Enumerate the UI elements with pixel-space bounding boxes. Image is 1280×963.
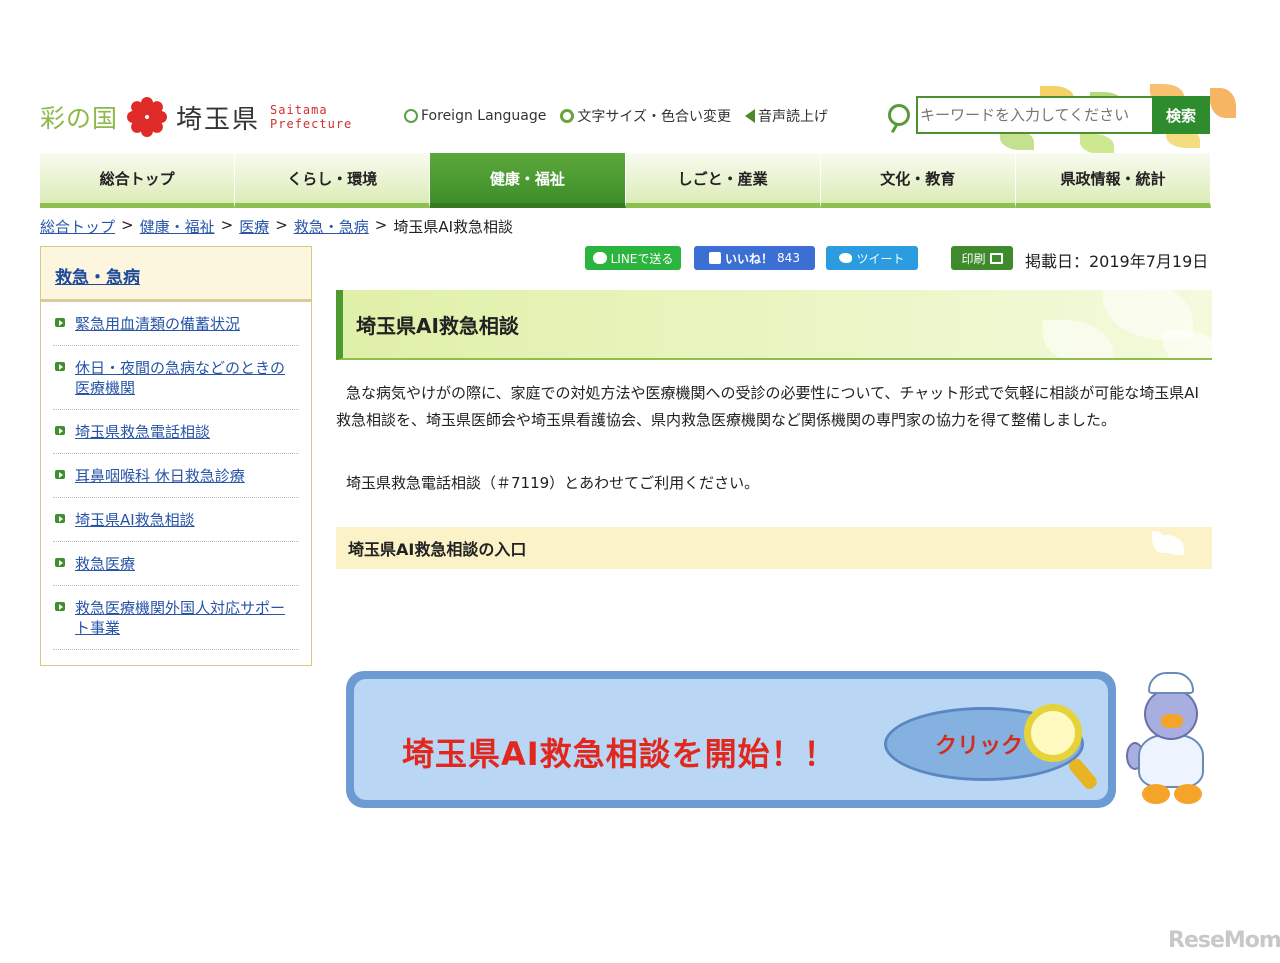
tab-culture-education[interactable]: 文化・教育 <box>820 153 1016 208</box>
breadcrumb-separator: > <box>121 216 134 234</box>
utility-links: Foreign Language 文字サイズ・色合い変更 音声読上げ <box>404 106 828 126</box>
sidebar-link-ent-holiday[interactable]: 耳鼻咽喉科 休日救急診療 <box>75 467 245 485</box>
line-icon <box>592 252 607 264</box>
leaf-decoration <box>1163 330 1212 358</box>
flower-logo-icon <box>126 96 168 138</box>
breadcrumb-separator: > <box>220 216 234 234</box>
mascot-bird-icon <box>1126 672 1216 806</box>
sidebar-item: 緊急用血清類の備蓄状況 <box>53 302 299 346</box>
search-button[interactable]: 検索 <box>1152 96 1210 134</box>
entry-section-heading: 埼玉県AI救急相談の入口 <box>336 527 1212 569</box>
sidebar-item: 救急医療 <box>53 542 299 586</box>
page-title-box: 埼玉県AI救急相談 <box>336 290 1212 360</box>
tab-living-environment[interactable]: くらし・環境 <box>235 153 431 208</box>
banner-headline: 埼玉県AI救急相談を開始！！ <box>402 735 837 773</box>
mascot-body <box>1138 734 1204 788</box>
like-label: いいね！ <box>725 251 774 266</box>
tweet-label: ツイート <box>856 251 905 266</box>
print-label: 印刷 <box>961 251 986 266</box>
facebook-like-button[interactable]: いいね！ 843 <box>694 246 815 270</box>
sidebar-heading-link[interactable]: 救急・急病 <box>55 268 140 288</box>
page-title: 埼玉県AI救急相談 <box>356 313 519 338</box>
font-size-color-label: 文字サイズ・色合い変更 <box>577 109 731 125</box>
tab-health-welfare[interactable]: 健康・福祉 <box>430 153 626 208</box>
sidebar-item: 埼玉県救急電話相談 <box>53 410 299 454</box>
print-window-icon <box>989 252 1003 264</box>
leaf-decoration <box>1043 320 1113 358</box>
sidebar-link-phone-consult[interactable]: 埼玉県救急電話相談 <box>75 423 210 441</box>
twitter-bird-icon <box>839 253 853 263</box>
phone-consult-note: 埼玉県救急電話相談（＃7119）とあわせてご利用ください。 <box>346 474 760 492</box>
search-input[interactable] <box>916 96 1152 134</box>
logo-sai-no-kuni: 彩の国 <box>40 104 119 133</box>
sidebar-link-serum-stock[interactable]: 緊急用血清類の備蓄状況 <box>75 315 240 333</box>
breadcrumb-emergency[interactable]: 救急・急病 <box>294 216 369 237</box>
banner-inner: 埼玉県AI救急相談を開始！！ クリック <box>354 679 1108 800</box>
like-count: 843 <box>777 251 800 265</box>
intro-paragraph: 急な病気やけがの際に、家庭での対処方法や医療機関への受診の必要性について、チャッ… <box>336 384 1199 429</box>
sidebar-heading: 救急・急病 <box>41 247 311 302</box>
gear-icon <box>560 109 575 123</box>
breadcrumb-health-welfare[interactable]: 健康・福祉 <box>140 216 215 237</box>
speaker-icon <box>744 109 755 123</box>
breadcrumb-separator: > <box>374 216 388 234</box>
sidebar-link-holiday-night[interactable]: 休日・夜間の急病などのときの医療機関 <box>75 359 285 397</box>
breadcrumb-top[interactable]: 総合トップ <box>40 216 115 237</box>
sidebar-item: 救急医療機関外国人対応サポート事業 <box>53 586 299 650</box>
sidebar-item: 埼玉県AI救急相談 <box>53 498 299 542</box>
tab-work-industry[interactable]: しごと・産業 <box>625 153 821 208</box>
global-nav: 総合トップ くらし・環境 健康・福祉 しごと・産業 文化・教育 県政情報・統計 <box>40 153 1212 208</box>
breadcrumb-current: 埼玉県AI救急相談 <box>393 218 514 236</box>
mascot-foot <box>1142 784 1170 804</box>
tab-top[interactable]: 総合トップ <box>40 153 236 208</box>
print-button[interactable]: 印刷 <box>951 246 1013 270</box>
entry-heading-text: 埼玉県AI救急相談の入口 <box>348 540 527 559</box>
logo-english-line-1: Saitama <box>270 103 328 117</box>
breadcrumb-medical[interactable]: 医療 <box>239 216 269 237</box>
sidebar-link-foreigner-support[interactable]: 救急医療機関外国人対応サポート事業 <box>75 599 285 637</box>
sidebar-link-ai-consult[interactable]: 埼玉県AI救急相談 <box>75 511 195 529</box>
ai-consult-banner-link[interactable]: 埼玉県AI救急相談を開始！！ クリック <box>346 671 1116 808</box>
site-logo[interactable]: 彩の国 埼玉県 Saitama Prefecture <box>40 96 352 138</box>
sidebar-list: 緊急用血清類の備蓄状況 休日・夜間の急病などのときの医療機関 埼玉県救急電話相談… <box>41 302 311 650</box>
sidebar: 救急・急病 緊急用血清類の備蓄状況 休日・夜間の急病などのときの医療機関 埼玉県… <box>40 246 312 666</box>
tweet-button[interactable]: ツイート <box>826 246 918 270</box>
sidebar-item: 休日・夜間の急病などのときの医療機関 <box>53 346 299 410</box>
leaf-decoration <box>1080 134 1114 154</box>
logo-prefecture: 埼玉県 <box>176 104 261 135</box>
logo-english-line-2: Prefecture <box>270 117 353 131</box>
sidebar-link-emergency-medical[interactable]: 救急医療 <box>75 555 135 573</box>
foreign-language-label: Foreign Language <box>421 108 547 124</box>
line-share-label: LINEで送る <box>610 251 674 266</box>
tab-prefecture-info[interactable]: 県政情報・統計 <box>1015 153 1212 208</box>
posted-date: 掲載日：2019年7月19日 <box>1025 252 1209 271</box>
search-icon <box>888 104 910 126</box>
magnifier-handle <box>1066 756 1100 792</box>
read-aloud-link[interactable]: 音声読上げ <box>744 106 828 126</box>
leaf-decoration <box>1210 88 1236 118</box>
mascot-cap <box>1148 672 1194 694</box>
logo-english: Saitama Prefecture <box>270 103 352 131</box>
line-share-button[interactable]: LINEで送る <box>585 246 681 270</box>
breadcrumb-separator: > <box>275 216 288 234</box>
thumbs-up-icon <box>709 252 722 264</box>
mascot-beak <box>1161 714 1183 728</box>
click-label: クリック <box>934 734 1023 759</box>
breadcrumb: 総合トップ > 健康・福祉 > 医療 > 救急・急病 > 埼玉県AI救急相談 <box>40 216 513 237</box>
site-search: 検索 <box>888 96 1210 134</box>
resemom-watermark: ReseMom <box>1168 928 1280 953</box>
magnifier-icon <box>1024 704 1082 762</box>
sidebar-item: 耳鼻咽喉科 休日救急診療 <box>53 454 299 498</box>
globe-icon <box>404 109 418 123</box>
font-size-color-link[interactable]: 文字サイズ・色合い変更 <box>560 106 731 126</box>
read-aloud-label: 音声読上げ <box>757 109 828 125</box>
foreign-language-link[interactable]: Foreign Language <box>404 106 546 126</box>
site-header: 彩の国 埼玉県 Saitama Prefecture Foreign Langu… <box>0 0 1280 155</box>
mascot-foot <box>1174 784 1202 804</box>
